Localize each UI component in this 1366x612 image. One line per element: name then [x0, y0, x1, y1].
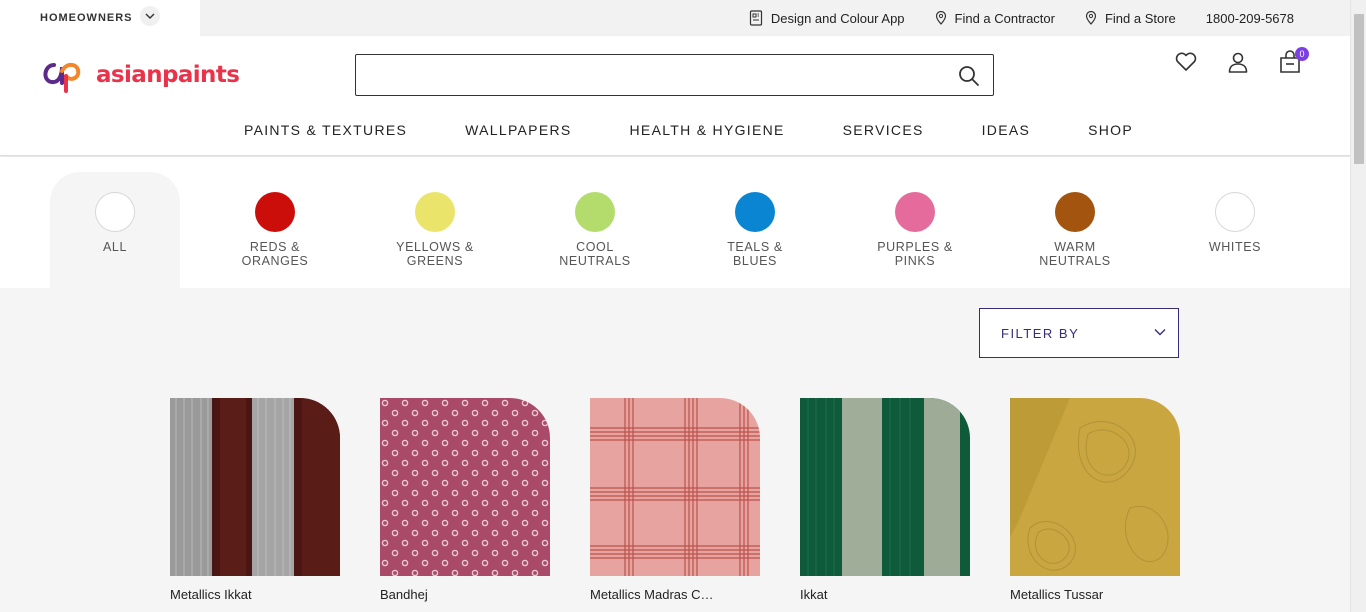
family-label: TEALS & BLUES: [727, 240, 783, 268]
scrollbar-thumb[interactable]: [1354, 14, 1364, 164]
colour-family-filters: ALL REDS & ORANGES YELLOWS & GREENS COOL…: [0, 157, 1350, 288]
utility-links: Design and Colour App Find a Contractor …: [749, 0, 1294, 36]
family-warm-neutrals[interactable]: WARM NEUTRALS: [1010, 172, 1140, 288]
design-colour-app-label: Design and Colour App: [770, 10, 905, 26]
family-swatch: [1055, 192, 1095, 232]
family-label: COOL NEUTRALS: [559, 240, 631, 268]
utility-bar: HOMEOWNERS Design and Colour App Find a …: [0, 0, 1350, 36]
main-nav: PAINTS & TEXTURES WALLPAPERS HEALTH & HY…: [0, 122, 1350, 138]
filter-by-label: FILTER BY: [1001, 325, 1080, 341]
family-swatch: [1215, 192, 1255, 232]
filter-by-dropdown[interactable]: FILTER BY: [979, 308, 1179, 358]
search-box[interactable]: [355, 54, 994, 96]
find-contractor-link[interactable]: Find a Contractor: [935, 11, 1055, 26]
family-teals-blues[interactable]: TEALS & BLUES: [690, 172, 820, 288]
find-store-label: Find a Store: [1104, 10, 1176, 26]
nav-item-services[interactable]: SERVICES: [816, 122, 924, 138]
product-grid: Metallics Ikkat Bandhej Metallics Madras…: [170, 398, 1180, 602]
family-whites[interactable]: WHITES: [1170, 172, 1300, 288]
family-label: PURPLES & PINKS: [877, 240, 953, 268]
family-swatch: [95, 192, 135, 232]
segment-label: HOMEOWNERS: [40, 12, 133, 24]
family-swatch: [735, 192, 775, 232]
family-swatch: [575, 192, 615, 232]
family-label: YELLOWS & GREENS: [396, 240, 474, 268]
cart-bag-icon[interactable]: 0: [1278, 47, 1309, 74]
chevron-down-icon[interactable]: [140, 6, 160, 26]
family-all[interactable]: ALL: [50, 172, 180, 288]
product-image: [380, 398, 550, 576]
family-cool-neutrals[interactable]: COOL NEUTRALS: [530, 172, 660, 288]
product-title: Metallics Ikkat: [170, 587, 252, 602]
design-colour-app-link[interactable]: Design and Colour App: [749, 10, 905, 26]
nav-item-shop[interactable]: SHOP: [1061, 122, 1133, 138]
family-purples-pinks[interactable]: PURPLES & PINKS: [850, 172, 980, 288]
header-actions: 0: [1174, 47, 1309, 74]
phone-number: 1800-209-5678: [1205, 10, 1294, 26]
location-pin-icon: [935, 11, 946, 25]
family-label: WHITES: [1208, 240, 1262, 254]
nav-item-ideas[interactable]: IDEAS: [955, 122, 1031, 138]
product-image: [1010, 398, 1180, 576]
family-swatch: [895, 192, 935, 232]
find-contractor-label: Find a Contractor: [954, 10, 1055, 26]
cart-count-badge: 0: [1295, 47, 1309, 61]
nav-item-wallpapers[interactable]: WALLPAPERS: [438, 122, 571, 138]
family-reds-oranges[interactable]: REDS & ORANGES: [210, 172, 340, 288]
search-input[interactable]: [356, 55, 936, 95]
segment-selector[interactable]: HOMEOWNERS: [0, 0, 200, 36]
location-pin-icon: [1085, 11, 1097, 25]
chevron-down-icon: [1154, 329, 1166, 336]
asianpaints-logo[interactable]: asianpaints: [40, 55, 240, 95]
product-image: [800, 398, 970, 576]
site-header: asianpaints 0 PAINTS & TEXTURES WALLPAPE…: [0, 36, 1350, 156]
nav-item-paints-textures[interactable]: PAINTS & TEXTURES: [217, 122, 407, 138]
family-label: ALL: [102, 240, 128, 254]
product-card[interactable]: Bandhej: [380, 398, 550, 602]
family-swatch: [255, 192, 295, 232]
product-image: [590, 398, 760, 576]
family-label: REDS & ORANGES: [241, 240, 309, 268]
product-image: [170, 398, 340, 576]
product-card[interactable]: Ikkat: [800, 398, 970, 602]
product-card[interactable]: Metallics Tussar: [1010, 398, 1180, 602]
product-title: Bandhej: [380, 587, 428, 602]
product-card[interactable]: Metallics Madras Check: [590, 398, 760, 602]
search-icon[interactable]: [957, 64, 981, 88]
product-title: Metallics Tussar: [1010, 587, 1104, 602]
account-user-icon[interactable]: [1226, 50, 1250, 74]
logo-text: asianpaints: [96, 62, 240, 88]
family-label: WARM NEUTRALS: [1039, 240, 1111, 268]
phone-number-link[interactable]: 1800-209-5678: [1206, 11, 1294, 26]
product-card[interactable]: Metallics Ikkat: [170, 398, 340, 602]
find-store-link[interactable]: Find a Store: [1085, 11, 1176, 26]
phone-app-icon: [749, 10, 762, 26]
family-swatch: [415, 192, 455, 232]
family-yellows-greens[interactable]: YELLOWS & GREENS: [370, 172, 500, 288]
product-title: Ikkat: [800, 587, 828, 602]
product-title: Metallics Madras Check: [590, 587, 720, 602]
page-scrollbar[interactable]: [1350, 0, 1366, 612]
logo-mark-icon: [43, 62, 81, 93]
wishlist-heart-icon[interactable]: [1174, 50, 1198, 74]
nav-item-health-hygiene[interactable]: HEALTH & HYGIENE: [603, 122, 785, 138]
